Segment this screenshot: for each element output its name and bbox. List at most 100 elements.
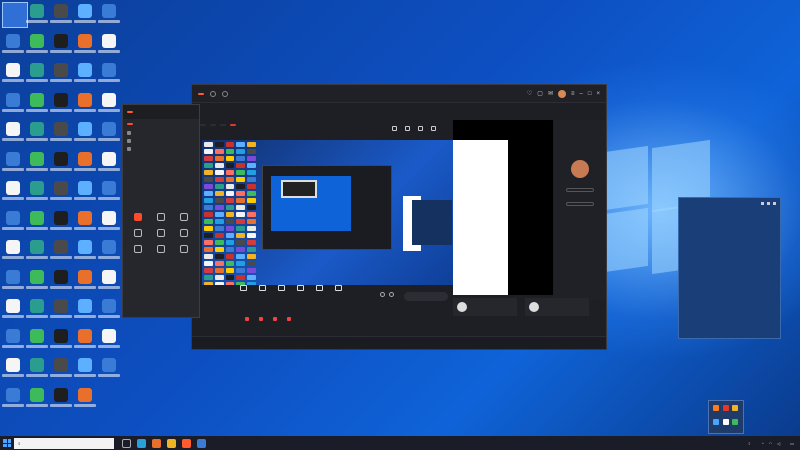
settings-icon[interactable] [767, 201, 770, 205]
gear-icon[interactable] [389, 292, 394, 297]
desktop-shortcut-icon[interactable] [50, 151, 72, 178]
desktop-shortcut-icon[interactable] [26, 328, 48, 355]
feed-item[interactable] [287, 317, 293, 321]
back-icon[interactable] [210, 90, 216, 97]
desktop-shortcut-icon[interactable] [50, 299, 72, 325]
desktop-shortcut-icon[interactable] [50, 358, 72, 384]
desktop-shortcut-icon[interactable] [50, 181, 72, 207]
volume-icon[interactable]: ◁ [777, 441, 780, 446]
desktop-shortcut-icon[interactable] [98, 269, 120, 296]
desktop-shortcut-icon[interactable] [2, 358, 24, 384]
side-tab-3[interactable] [147, 123, 153, 125]
windows-start-icon[interactable] [0, 436, 14, 450]
desktop-shortcut-icon[interactable] [2, 328, 24, 355]
layer-icon[interactable] [405, 126, 410, 131]
desktop-shortcut-icon[interactable] [98, 210, 120, 237]
control-6[interactable] [335, 285, 342, 292]
app-icon[interactable] [152, 438, 161, 448]
lock-icon[interactable] [418, 126, 423, 131]
tool-item[interactable] [127, 245, 148, 255]
desktop-shortcut-icon[interactable] [98, 122, 120, 148]
desktop-shortcut-icon[interactable] [26, 151, 48, 178]
tool-item[interactable] [174, 229, 195, 239]
taskbar-search[interactable]: ⌕ [14, 437, 114, 449]
control-3[interactable] [278, 285, 285, 292]
desktop-shortcut-icon[interactable] [98, 358, 120, 384]
tool-item[interactable] [174, 213, 195, 223]
desktop-shortcut-icon[interactable] [26, 358, 48, 384]
desktop-shortcut-icon[interactable] [98, 63, 120, 89]
desktop-shortcut-icon[interactable] [2, 151, 24, 178]
live-chip[interactable] [230, 124, 236, 126]
feed-item[interactable] [273, 317, 279, 321]
desktop-shortcut-icon[interactable] [26, 122, 48, 148]
desktop-shortcut-icon[interactable] [26, 33, 48, 60]
desktop-shortcut-icon[interactable] [50, 4, 72, 30]
desktop-shortcut-icon[interactable] [98, 151, 120, 178]
desktop-shortcut-icon[interactable] [74, 387, 96, 414]
side-tab-2[interactable] [137, 123, 143, 125]
recommend-card-2[interactable] [525, 298, 589, 316]
tool-item[interactable] [150, 245, 171, 255]
tool-item[interactable] [127, 229, 148, 239]
desktop-shortcut-icon[interactable] [50, 210, 72, 237]
desktop-shortcut-icon[interactable] [50, 387, 72, 414]
tray-app-icon[interactable] [732, 405, 739, 411]
desktop-shortcut-icon[interactable] [98, 33, 120, 60]
close-icon[interactable] [773, 201, 776, 205]
clock-widget[interactable] [2, 2, 28, 28]
desktop-shortcut-icon[interactable] [50, 269, 72, 296]
tray-app-icon[interactable] [732, 418, 739, 425]
tool-item[interactable] [150, 213, 171, 223]
follow-button[interactable] [566, 188, 594, 192]
desktop-shortcut-icon[interactable] [50, 240, 72, 266]
control-1[interactable] [240, 285, 247, 292]
recommend-card-1[interactable] [453, 298, 517, 316]
fullscreen-icon[interactable] [392, 126, 397, 131]
notification-icon[interactable]: ▭ [790, 441, 794, 446]
desktop-shortcut-icon[interactable] [2, 63, 24, 89]
desktop-shortcut-icon[interactable] [2, 240, 24, 266]
tray-app-icon[interactable] [722, 405, 729, 411]
control-4[interactable] [297, 285, 304, 292]
desktop-shortcut-icon[interactable] [2, 387, 24, 414]
pin-icon[interactable] [761, 201, 764, 205]
side-tool-window[interactable] [122, 104, 200, 318]
live-app-icon[interactable] [182, 438, 191, 448]
scene-row[interactable] [123, 129, 199, 137]
app-icon[interactable] [197, 438, 206, 448]
feed-item[interactable] [245, 317, 251, 321]
desktop-shortcut-icon[interactable] [50, 92, 72, 119]
scene-row[interactable] [123, 145, 199, 153]
maximize-icon[interactable]: □ [588, 91, 592, 97]
desktop-shortcut-icon[interactable] [98, 4, 120, 30]
desktop-shortcut-icon[interactable] [74, 151, 96, 178]
desktop-shortcut-icon[interactable] [2, 210, 24, 237]
desktop-shortcut-icon[interactable] [26, 269, 48, 296]
desktop-shortcut-icon[interactable] [26, 299, 48, 325]
scene-chip-3[interactable] [220, 124, 226, 126]
menu-icon[interactable]: ≡ [571, 91, 575, 97]
desktop-shortcut-icon[interactable] [26, 181, 48, 207]
desktop-shortcut-icon[interactable] [26, 63, 48, 89]
desktop-shortcut-icon[interactable] [2, 122, 24, 148]
message-icon[interactable]: ✉ [548, 90, 553, 97]
weather-icon[interactable]: ☾ [748, 441, 752, 446]
network-icon[interactable]: ◠ [769, 441, 773, 446]
chevron-up-icon[interactable]: ^ [762, 441, 764, 446]
desktop-shortcut-icon[interactable] [50, 63, 72, 89]
desktop-shortcut-icon[interactable] [2, 181, 24, 207]
desktop-shortcut-icon[interactable] [26, 240, 48, 266]
scene-chip-2[interactable] [210, 124, 216, 126]
desktop-shortcut-icon[interactable] [74, 63, 96, 89]
desktop-shortcut-icon[interactable] [98, 181, 120, 207]
stream-preview[interactable] [202, 140, 454, 285]
record-icon[interactable] [380, 292, 385, 297]
minimize-icon[interactable]: – [580, 91, 583, 97]
desktop-shortcut-icon[interactable] [98, 328, 120, 355]
scene-chip-1[interactable] [200, 124, 206, 126]
start-live-button[interactable] [404, 292, 448, 301]
desktop-shortcut-icon[interactable] [74, 240, 96, 266]
desktop-shortcut-icon[interactable] [74, 4, 96, 30]
settings-icon[interactable] [431, 126, 436, 131]
